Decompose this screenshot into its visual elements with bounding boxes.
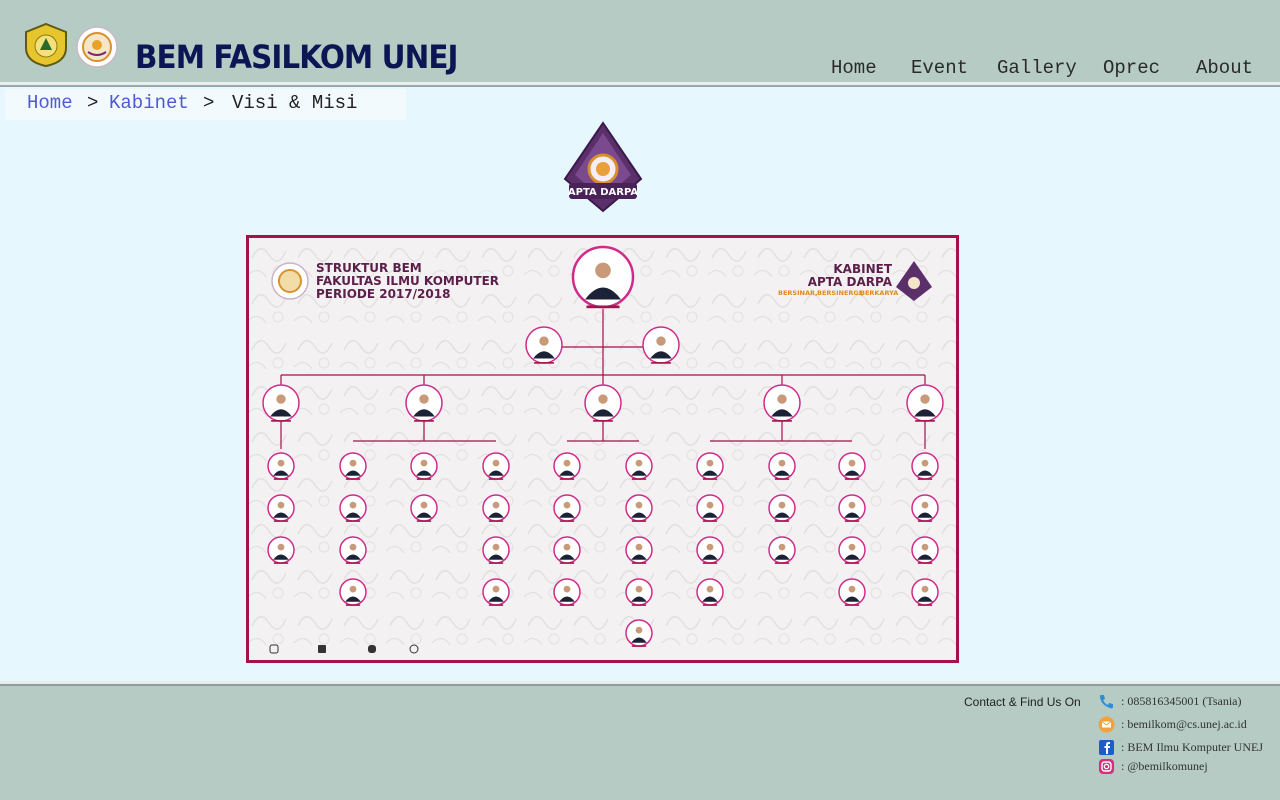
member-portrait	[482, 578, 510, 606]
member-portrait	[625, 578, 653, 606]
breadcrumb: Home > Kabinet > Visi & Misi	[5, 89, 406, 120]
nav-about[interactable]: About	[1196, 57, 1253, 79]
member-portrait	[267, 494, 295, 522]
cabinet-name: APTA DARPA	[808, 275, 893, 289]
contact-heading: Contact & Find Us On	[964, 695, 1081, 709]
facebook-icon	[1099, 740, 1114, 755]
header-divider	[0, 82, 1280, 87]
tagline-2: BERSINERGI,	[817, 289, 864, 297]
member-portrait	[267, 536, 295, 564]
member-portrait	[696, 494, 724, 522]
breadcrumb-home[interactable]: Home	[27, 92, 73, 114]
member-portrait	[768, 536, 796, 564]
member-portrait	[482, 536, 510, 564]
emblem-label: APTA DARPA	[568, 187, 638, 198]
breadcrumb-kabinet[interactable]: Kabinet	[109, 92, 189, 114]
member-portrait	[642, 326, 680, 364]
member-portrait	[339, 452, 367, 480]
member-portrait	[625, 619, 653, 647]
member-portrait	[410, 494, 438, 522]
member-portrait	[696, 536, 724, 564]
cabinet-label: KABINET	[833, 262, 892, 276]
member-portrait	[553, 578, 581, 606]
member-portrait	[625, 494, 653, 522]
email-icon	[1098, 716, 1115, 733]
contact-phone-text: : 085816345001 (Tsania)	[1121, 694, 1242, 708]
faculty-logo[interactable]	[76, 26, 118, 68]
nav-oprec[interactable]: Oprec	[1103, 57, 1160, 79]
member-portrait	[838, 452, 866, 480]
breadcrumb-separator: >	[203, 92, 215, 114]
member-portrait	[525, 326, 563, 364]
member-portrait	[262, 384, 300, 422]
member-portrait	[410, 452, 438, 480]
site-title[interactable]: BEM FASILKOM UNEJ	[135, 38, 458, 76]
contact-phone[interactable]: : 085816345001 (Tsania)	[1098, 693, 1241, 710]
instagram-icon	[1099, 759, 1114, 774]
member-portrait	[339, 536, 367, 564]
contact-email[interactable]: : bemilkom@cs.unej.ac.id	[1098, 716, 1247, 733]
member-portrait	[571, 245, 635, 309]
member-portrait	[625, 536, 653, 564]
member-portrait	[625, 452, 653, 480]
member-portrait	[911, 494, 939, 522]
member-portrait	[838, 578, 866, 606]
member-portrait	[768, 452, 796, 480]
member-portrait	[267, 452, 295, 480]
contact-email-text: : bemilkom@cs.unej.ac.id	[1121, 717, 1247, 731]
member-portrait	[339, 494, 367, 522]
university-logo[interactable]	[22, 22, 70, 68]
footer-divider	[0, 684, 1280, 686]
breadcrumb-separator: >	[87, 92, 99, 114]
member-portrait	[911, 578, 939, 606]
member-portrait	[553, 452, 581, 480]
member-portrait	[768, 494, 796, 522]
footer	[0, 681, 1280, 800]
member-portrait	[911, 452, 939, 480]
member-portrait	[838, 536, 866, 564]
member-portrait	[553, 536, 581, 564]
chart-title-line-2: FAKULTAS ILMU KOMPUTER	[316, 274, 499, 288]
nav-event[interactable]: Event	[911, 57, 968, 79]
member-portrait	[838, 494, 866, 522]
member-portrait	[696, 578, 724, 606]
member-portrait	[405, 384, 443, 422]
member-portrait	[911, 536, 939, 564]
org-chart-image[interactable]: STRUKTUR BEM FAKULTAS ILMU KOMPUTER PERI…	[246, 235, 959, 663]
cabinet-emblem: APTA DARPA	[563, 121, 643, 213]
nav-home[interactable]: Home	[831, 57, 877, 79]
member-portrait	[553, 494, 581, 522]
contact-instagram[interactable]: : @bemilkomunej	[1098, 758, 1208, 775]
tagline-1: BERSINAR,	[778, 289, 818, 297]
chart-title-line-3: PERIODE 2017/2018	[316, 287, 450, 301]
breadcrumb-current: Visi & Misi	[232, 92, 358, 114]
member-portrait	[482, 494, 510, 522]
nav-gallery[interactable]: Gallery	[997, 57, 1077, 79]
member-portrait	[763, 384, 801, 422]
member-portrait	[339, 578, 367, 606]
tagline-3: BERKARYA	[860, 289, 898, 297]
contact-instagram-text: : @bemilkomunej	[1121, 759, 1208, 773]
member-portrait	[584, 384, 622, 422]
contact-facebook[interactable]: : BEM Ilmu Komputer UNEJ	[1098, 739, 1263, 756]
member-portrait	[482, 452, 510, 480]
phone-icon	[1100, 695, 1113, 709]
contact-facebook-text: : BEM Ilmu Komputer UNEJ	[1121, 740, 1263, 754]
member-portrait	[696, 452, 724, 480]
member-portrait	[906, 384, 944, 422]
chart-title-line-1: STRUKTUR BEM	[316, 261, 422, 275]
